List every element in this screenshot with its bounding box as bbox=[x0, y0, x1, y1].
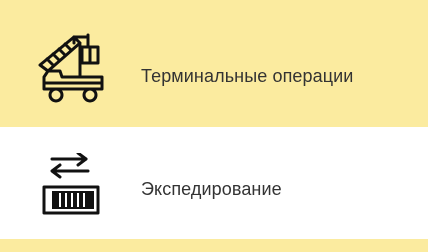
menu-item-label: Экспедирование bbox=[141, 179, 282, 199]
menu-item-partial[interactable] bbox=[0, 239, 428, 252]
forklift-loader-icon bbox=[38, 33, 104, 103]
menu-item-label: Терминальные операции bbox=[141, 66, 354, 86]
menu-item-forwarding[interactable]: Экспедирование bbox=[0, 127, 428, 239]
container-transfer-icon bbox=[42, 153, 100, 215]
menu-item-terminal-operations[interactable]: Терминальные операции bbox=[0, 0, 428, 127]
section-menu: Терминальные операции Экспедирование bbox=[0, 0, 428, 252]
